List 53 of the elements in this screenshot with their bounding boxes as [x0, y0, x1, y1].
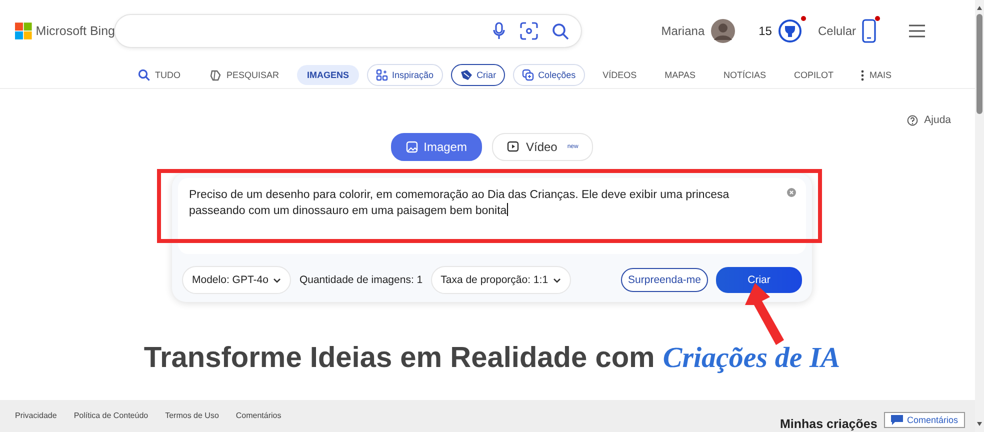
nav-tab[interactable]: Criar [450, 64, 506, 86]
phone-icon[interactable] [862, 19, 876, 43]
footer-link[interactable]: Privacidade [15, 411, 57, 432]
help-icon [907, 114, 918, 126]
collection-icon [522, 69, 534, 81]
nav-tab[interactable]: MAIS [851, 64, 902, 86]
new-label: new [567, 144, 578, 150]
image-count-label: Quantidade de imagens: 1 [299, 274, 423, 286]
mode-tab[interactable]: Vídeo $^{new}$ [492, 133, 594, 161]
chevron-down-icon [273, 278, 282, 282]
chevron-down-icon [553, 278, 562, 282]
brush-icon [460, 69, 473, 81]
camera-scan-icon[interactable] [520, 22, 538, 40]
phone-label[interactable]: Celular [818, 24, 856, 38]
search-field[interactable] [115, 15, 581, 47]
logo-icon [15, 21, 32, 41]
image-icon [406, 141, 418, 153]
menu-icon[interactable] [908, 24, 926, 38]
nav-tab[interactable]: NOTÍCIAS [713, 65, 776, 85]
chat-icon [891, 415, 903, 425]
nav-tab[interactable]: Coleções [513, 64, 585, 86]
nav-tab[interactable]: IMAGENS [297, 65, 360, 85]
dropdown[interactable]: Modelo: GPT-4o [182, 266, 292, 294]
nav-tab[interactable]: MAPAS [654, 65, 706, 85]
search-icon[interactable] [552, 22, 569, 40]
create-button[interactable]: Criar [716, 267, 802, 293]
user-name[interactable]: Mariana [661, 24, 705, 38]
help-link[interactable]: Ajuda [907, 114, 951, 126]
footer-link[interactable]: Termos de Uso [165, 411, 219, 432]
section-title: Minhas criações [780, 417, 878, 431]
microphone-icon[interactable] [492, 22, 506, 40]
nav-tab[interactable]: PESQUISAR [198, 64, 290, 86]
surprise-button[interactable]: Surpreenda-me [621, 268, 708, 292]
search-icon [138, 69, 150, 81]
points-count[interactable]: 15 [758, 24, 772, 38]
headline: Transforme Ideias em Realidade com Criações de IA [142, 342, 842, 375]
nav-tab[interactable]: Inspiração [367, 64, 443, 86]
avatar-icon[interactable] [710, 19, 735, 43]
logo-text[interactable]: Microsoft Bing [36, 24, 115, 38]
dropdown[interactable]: Taxa de proporção: 1:1 [430, 266, 572, 294]
mode-tab[interactable]: Imagem [390, 133, 482, 161]
more-icon [861, 70, 864, 80]
feedback-button[interactable]: Comentários [884, 412, 966, 428]
clear-icon[interactable] [787, 188, 796, 197]
sparkle-grid-icon [376, 69, 388, 81]
nav-tab[interactable]: TUDO [128, 64, 190, 86]
prompt-field[interactable]: Preciso de um desenho para colorir, em comemoração ao Dia das Crianças. Ele deve exibir uma princesa passeando com um dinossauro em uma paisagem bem bonita [178, 178, 806, 254]
nav-tab[interactable]: VÍDEOS [592, 65, 647, 85]
trophy-icon[interactable] [778, 19, 802, 43]
footer-link[interactable]: Comentários [236, 411, 282, 432]
footer-link[interactable]: Política de Conteúdo [74, 411, 148, 432]
nav-tab[interactable]: COPILOT [784, 65, 844, 85]
video-icon [506, 141, 520, 153]
